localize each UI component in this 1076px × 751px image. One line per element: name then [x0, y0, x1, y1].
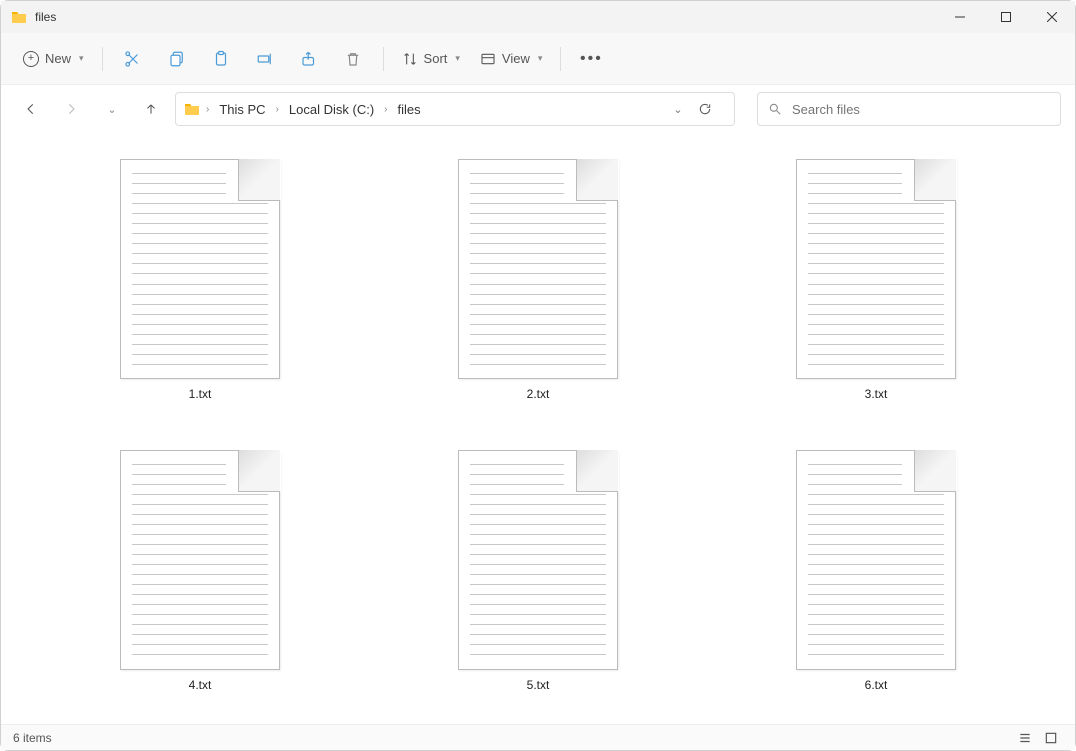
chevron-right-icon: › [384, 104, 387, 115]
close-button[interactable] [1029, 1, 1075, 33]
chevron-down-icon: ▾ [79, 53, 84, 64]
text-file-icon [458, 159, 618, 379]
clipboard-icon [212, 50, 230, 68]
file-item[interactable]: 5.txt [452, 444, 624, 705]
history-dropdown[interactable]: ⌄ [664, 103, 692, 116]
text-file-icon [796, 450, 956, 670]
toolbar: + New ▾ Sort ▾ View ▾ ••• [1, 33, 1075, 85]
new-label: New [45, 51, 71, 66]
trash-icon [344, 50, 362, 68]
search-icon [768, 102, 782, 116]
separator [560, 47, 561, 71]
file-name: 3.txt [865, 387, 888, 401]
address-bar[interactable]: › This PC › Local Disk (C:) › files ⌄ [175, 92, 735, 126]
share-button[interactable] [289, 41, 329, 77]
search-box[interactable] [757, 92, 1061, 126]
thumbnails-view-button[interactable] [1039, 728, 1063, 748]
more-button[interactable]: ••• [571, 41, 611, 77]
text-file-icon [796, 159, 956, 379]
forward-button[interactable] [55, 93, 87, 125]
file-name: 2.txt [527, 387, 550, 401]
sort-label: Sort [424, 51, 448, 66]
navigation-row: ⌄ › This PC › Local Disk (C:) › files ⌄ [1, 85, 1075, 133]
rename-icon [256, 50, 274, 68]
folder-icon [184, 101, 200, 117]
file-name: 4.txt [189, 678, 212, 692]
chevron-down-icon: ⌄ [107, 103, 116, 116]
cut-button[interactable] [113, 41, 153, 77]
window-title: files [35, 10, 56, 24]
file-name: 5.txt [527, 678, 550, 692]
delete-button[interactable] [333, 41, 373, 77]
chevron-down-icon: ▾ [538, 53, 543, 64]
copy-button[interactable] [157, 41, 197, 77]
copy-icon [168, 50, 186, 68]
sort-icon [402, 51, 418, 67]
chevron-right-icon: › [276, 104, 279, 115]
folder-icon [11, 9, 27, 25]
window-controls [937, 1, 1075, 33]
sort-button[interactable]: Sort ▾ [394, 41, 468, 77]
chevron-right-icon: › [206, 104, 209, 115]
breadcrumb-item[interactable]: This PC [215, 100, 269, 119]
file-list: 1.txt 2.txt 3.txt 4.txt 5.txt 6.txt [1, 133, 1075, 724]
view-label: View [502, 51, 530, 66]
breadcrumb-item[interactable]: Local Disk (C:) [285, 100, 378, 119]
new-button[interactable]: + New ▾ [15, 41, 92, 77]
item-count: 6 items [13, 731, 52, 745]
file-item[interactable]: 4.txt [114, 444, 286, 705]
view-icon [480, 51, 496, 67]
file-item[interactable]: 3.txt [790, 153, 962, 414]
text-file-icon [120, 159, 280, 379]
plus-circle-icon: + [23, 51, 39, 67]
breadcrumb-item[interactable]: files [394, 100, 425, 119]
file-name: 6.txt [865, 678, 888, 692]
chevron-down-icon: ▾ [455, 53, 460, 64]
text-file-icon [120, 450, 280, 670]
status-bar: 6 items [1, 724, 1075, 750]
file-name: 1.txt [189, 387, 212, 401]
rename-button[interactable] [245, 41, 285, 77]
up-button[interactable] [135, 93, 167, 125]
file-item[interactable]: 6.txt [790, 444, 962, 705]
paste-button[interactable] [201, 41, 241, 77]
share-icon [300, 50, 318, 68]
details-view-button[interactable] [1013, 728, 1037, 748]
file-item[interactable]: 1.txt [114, 153, 286, 414]
refresh-button[interactable] [698, 102, 726, 116]
ellipsis-icon: ••• [580, 50, 603, 68]
maximize-button[interactable] [983, 1, 1029, 33]
file-item[interactable]: 2.txt [452, 153, 624, 414]
separator [383, 47, 384, 71]
back-button[interactable] [15, 93, 47, 125]
view-button[interactable]: View ▾ [472, 41, 550, 77]
separator [102, 47, 103, 71]
minimize-button[interactable] [937, 1, 983, 33]
text-file-icon [458, 450, 618, 670]
search-input[interactable] [792, 102, 1050, 117]
scissors-icon [124, 50, 142, 68]
title-bar: files [1, 1, 1075, 33]
recent-button[interactable]: ⌄ [95, 93, 127, 125]
